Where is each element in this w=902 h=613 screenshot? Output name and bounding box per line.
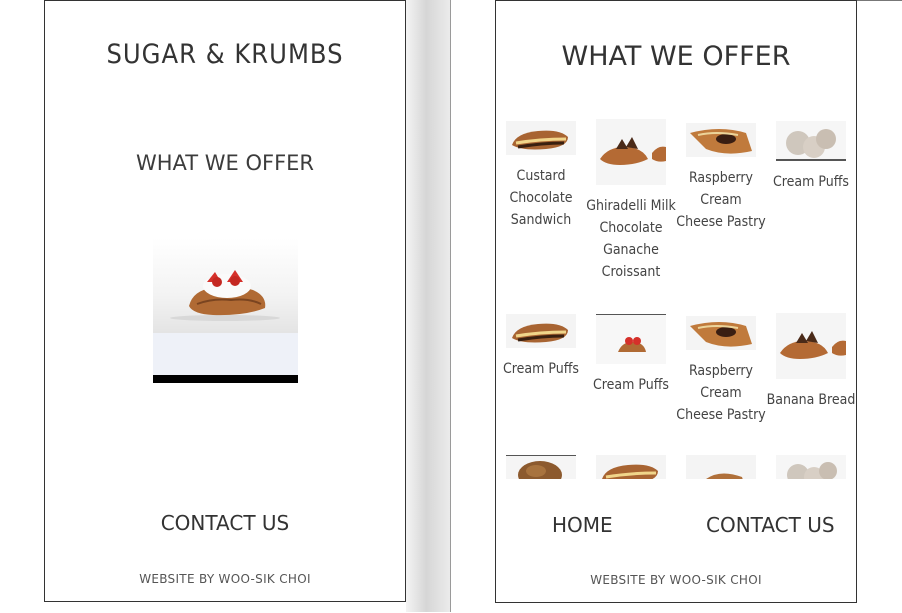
website-credit[interactable]: WEBSITE BY WOO-SIK CHOI <box>45 572 405 586</box>
product-name[interactable]: Cream Puffs <box>586 374 676 396</box>
product-name[interactable]: Raspberry Cream Cheese Pastry <box>676 167 766 233</box>
home-screen: SUGAR & KRUMBS WHAT WE OFFER CONTACT US … <box>44 0 406 602</box>
what-we-offer-link[interactable]: WHAT WE OFFER <box>45 151 405 175</box>
product-name[interactable]: Cream Puffs <box>496 358 586 380</box>
contact-us-link[interactable]: CONTACT US <box>45 511 405 535</box>
page-title: WHAT WE OFFER <box>561 41 791 72</box>
product-grid: Custard Chocolate Sandwich Ghiradelli Mi… <box>496 119 856 479</box>
hero-bar <box>153 375 298 383</box>
product-card[interactable] <box>586 455 676 479</box>
window-edge <box>450 0 451 612</box>
nav-home-link[interactable]: HOME <box>552 513 613 537</box>
product-name[interactable]: Banana Bread <box>766 389 856 411</box>
product-card[interactable]: Raspberry Cream Cheese Pastry <box>676 316 766 426</box>
product-card[interactable] <box>676 455 766 479</box>
product-name[interactable]: Cream Puffs <box>766 171 856 193</box>
product-image-berry-croissant[interactable] <box>596 314 666 364</box>
offer-screen: WHAT WE OFFER Custard Chocolate Sandwich… <box>495 0 857 603</box>
product-image-custard-sandwich[interactable] <box>596 455 666 479</box>
product-image-custard-sandwich[interactable] <box>506 121 576 155</box>
product-image-croissant[interactable] <box>596 119 666 185</box>
product-image-cream-puffs[interactable] <box>776 455 846 479</box>
product-card[interactable]: Custard Chocolate Sandwich <box>496 121 586 231</box>
product-image-danish[interactable] <box>686 455 756 479</box>
product-name[interactable]: Raspberry Cream Cheese Pastry <box>676 360 766 426</box>
product-image-custard-sandwich[interactable] <box>506 314 576 348</box>
product-image-danish[interactable] <box>686 316 756 350</box>
nav-contact-link[interactable]: CONTACT US <box>706 513 835 537</box>
product-card[interactable] <box>766 455 856 479</box>
product-card[interactable]: Cream Puffs <box>586 314 676 396</box>
product-image-cream-puffs[interactable] <box>776 121 846 161</box>
product-card[interactable]: Cream Puffs <box>766 121 856 193</box>
product-image-croissant[interactable] <box>776 313 846 379</box>
brand-title[interactable]: SUGAR & KRUMBS <box>45 39 405 70</box>
hero-image <box>153 238 298 383</box>
product-card[interactable]: Raspberry Cream Cheese Pastry <box>676 123 766 233</box>
adjacent-window-edge <box>857 0 902 613</box>
website-credit[interactable]: WEBSITE BY WOO-SIK CHOI <box>496 573 856 587</box>
window-gap <box>406 0 451 612</box>
product-name[interactable]: Custard Chocolate Sandwich <box>496 165 586 231</box>
product-card[interactable] <box>496 455 586 479</box>
product-card[interactable]: Banana Bread <box>766 313 856 411</box>
product-image-muffin[interactable] <box>506 455 576 479</box>
product-name[interactable]: Ghiradelli Milk Chocolate Ganache Croiss… <box>586 195 676 283</box>
product-image-danish[interactable] <box>686 123 756 157</box>
product-card[interactable]: Cream Puffs <box>496 314 586 380</box>
product-card[interactable]: Ghiradelli Milk Chocolate Ganache Croiss… <box>586 119 676 283</box>
